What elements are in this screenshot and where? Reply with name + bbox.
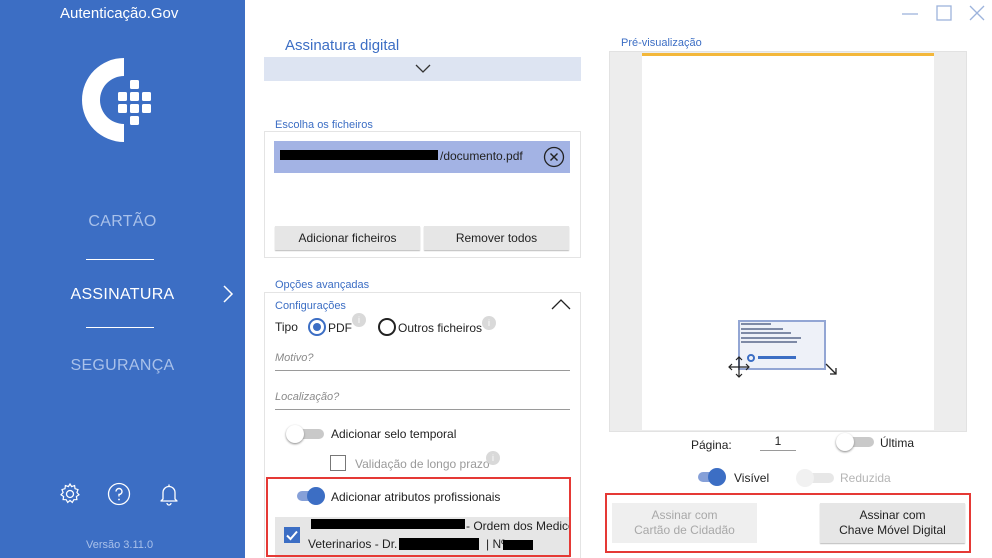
page-title: Assinatura digital bbox=[285, 37, 400, 54]
info-icon[interactable]: i bbox=[486, 451, 500, 465]
chevron-up-icon[interactable] bbox=[551, 298, 571, 310]
app-window: Autenticação.Gov CARTÃO ASSINATURA SEGUR… bbox=[0, 0, 992, 558]
reason-placeholder: Motivo? bbox=[275, 352, 314, 364]
preview-label: Pré-visualização bbox=[621, 37, 702, 49]
resize-icon[interactable] bbox=[824, 362, 838, 376]
type-label: Tipo bbox=[275, 320, 298, 334]
type-other-radio[interactable] bbox=[378, 318, 396, 336]
page-label: Página: bbox=[691, 438, 732, 452]
app-title: Autenticação.Gov bbox=[60, 5, 179, 22]
last-page-toggle[interactable] bbox=[836, 433, 876, 451]
sidebar-item-assinatura[interactable]: ASSINATURA bbox=[0, 286, 245, 304]
last-page-label: Última bbox=[880, 436, 915, 450]
maximize-icon[interactable] bbox=[935, 4, 953, 22]
visible-toggle[interactable] bbox=[688, 468, 728, 486]
remove-all-button[interactable]: Remover todos bbox=[424, 226, 569, 250]
add-files-button[interactable]: Adicionar ficheiros bbox=[275, 226, 420, 250]
redacted-path bbox=[280, 150, 438, 160]
sidebar-item-cartao[interactable]: CARTÃO bbox=[0, 213, 245, 231]
info-icon[interactable]: i bbox=[352, 313, 366, 327]
sidebar-divider bbox=[86, 327, 154, 328]
sidebar-item-seguranca[interactable]: SEGURANÇA bbox=[0, 357, 245, 375]
gear-icon[interactable] bbox=[58, 482, 82, 506]
long-term-checkbox[interactable] bbox=[330, 455, 346, 471]
long-term-label: Validação de longo prazo bbox=[355, 457, 490, 471]
autenticacao-gov-logo bbox=[82, 58, 151, 142]
highlight-box bbox=[266, 477, 571, 557]
type-pdf-label: PDF bbox=[328, 321, 352, 335]
config-label: Configurações bbox=[275, 300, 346, 312]
bell-icon[interactable] bbox=[157, 482, 181, 506]
location-placeholder: Localização? bbox=[275, 391, 340, 403]
visible-label: Visível bbox=[734, 471, 770, 485]
close-icon[interactable] bbox=[968, 4, 986, 22]
advanced-options-label: Opções avançadas bbox=[275, 279, 370, 291]
page-number-input[interactable] bbox=[760, 431, 796, 451]
sidebar: Autenticação.Gov CARTÃO ASSINATURA SEGUR… bbox=[0, 0, 245, 558]
timestamp-toggle[interactable] bbox=[286, 425, 326, 443]
type-pdf-radio[interactable] bbox=[308, 318, 326, 336]
reduced-label: Reduzida bbox=[840, 471, 891, 485]
cc-logo-text bbox=[758, 356, 796, 359]
sidebar-divider bbox=[86, 259, 154, 260]
minimize-icon[interactable] bbox=[901, 4, 919, 22]
collapse-bar[interactable] bbox=[264, 57, 581, 81]
reduced-toggle[interactable] bbox=[796, 469, 836, 487]
file-name: /documento.pdf bbox=[440, 149, 523, 163]
info-icon[interactable]: i bbox=[482, 316, 496, 330]
files-section-label: Escolha os ficheiros bbox=[275, 119, 373, 131]
move-icon[interactable] bbox=[728, 356, 750, 378]
timestamp-label: Adicionar selo temporal bbox=[331, 427, 457, 441]
chevron-down-icon bbox=[415, 64, 431, 73]
preview-page bbox=[642, 53, 934, 430]
type-other-label: Outros ficheiros bbox=[398, 321, 483, 335]
highlight-box bbox=[605, 493, 971, 553]
help-icon[interactable] bbox=[107, 482, 131, 506]
chevron-right-icon bbox=[223, 285, 234, 303]
reason-input[interactable] bbox=[275, 349, 570, 371]
version-label: Versão 3.11.0 bbox=[86, 539, 154, 551]
signature-text-lines bbox=[741, 323, 801, 346]
remove-file-icon[interactable] bbox=[543, 146, 565, 168]
